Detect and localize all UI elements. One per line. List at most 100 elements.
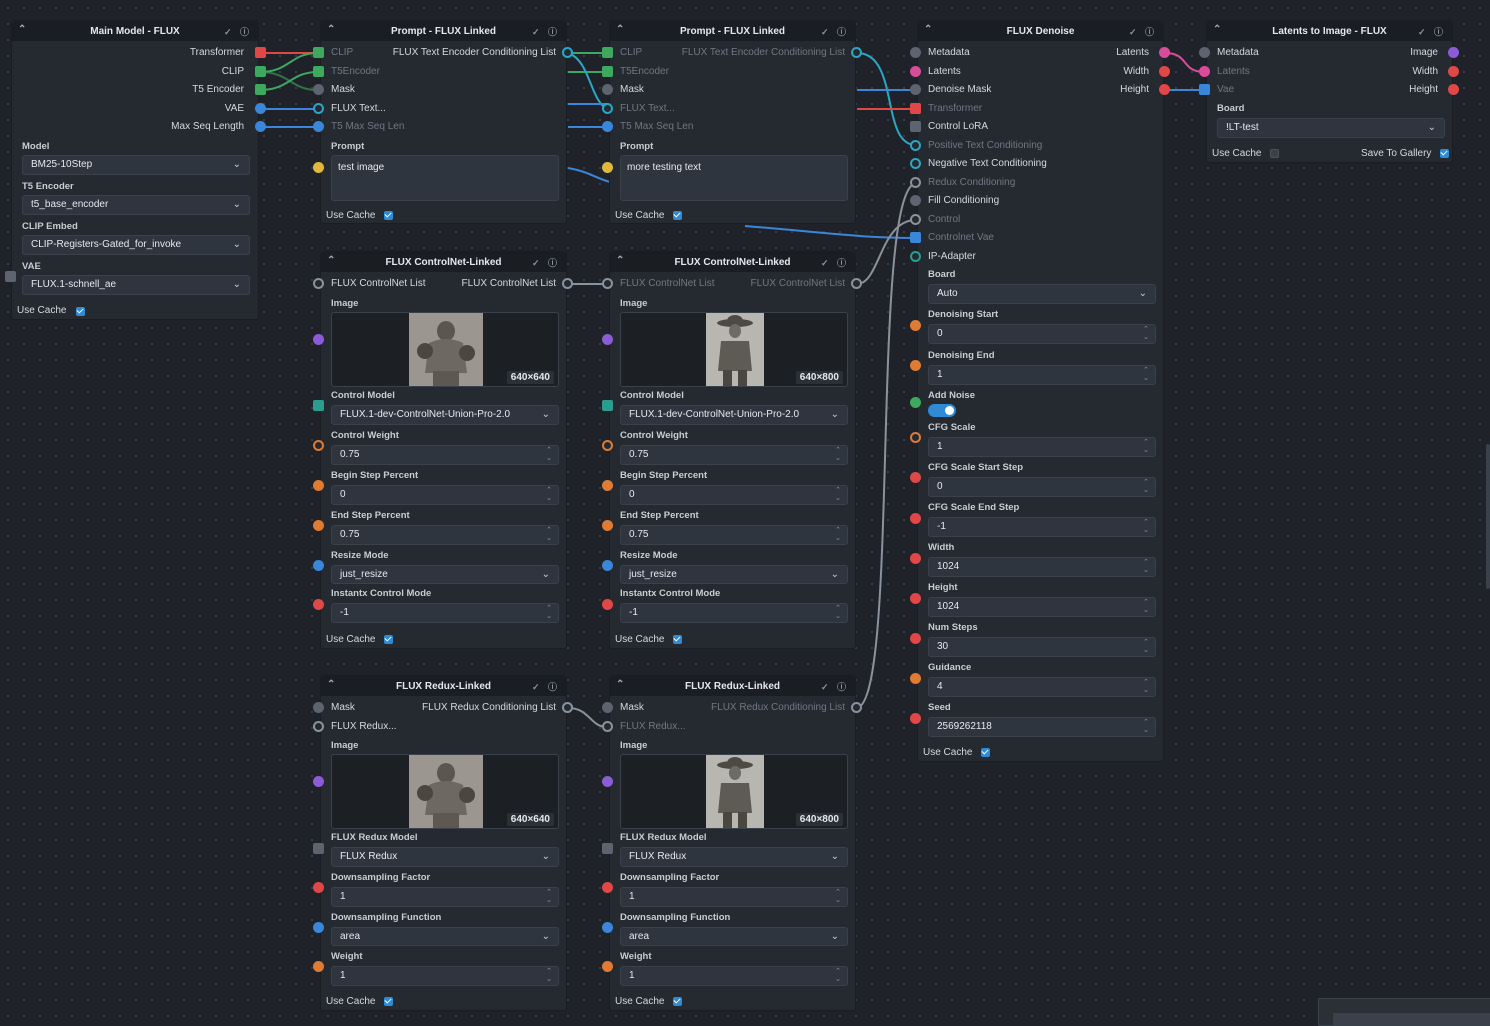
socket-image-in[interactable] [313,776,324,787]
socket-redux-in[interactable] [602,721,613,732]
minimap-viewport[interactable] [1333,1013,1490,1025]
socket-control-lora-in[interactable] [910,121,921,132]
collapse-icon[interactable]: ⌃ [616,255,624,266]
node-header[interactable]: ⌃ Prompt - FLUX Linked ✓ ⓘ [321,21,566,41]
node-prompt-1[interactable]: ⌃ Prompt - FLUX Linked ✓ ⓘ CLIP T5Encode… [320,20,567,224]
downsampling-factor-input[interactable]: 1 ⌃ ⌄ [620,887,848,907]
downsampling-function-select[interactable]: area ⌄ [331,927,559,946]
socket-redux-cond-in[interactable] [910,177,921,188]
stepper-icon[interactable]: ⌃ ⌄ [1143,479,1149,495]
prompt-textarea[interactable]: test image [331,155,559,201]
socket-cfg-in[interactable] [910,432,921,443]
stepper-icon[interactable]: ⌃ ⌄ [1143,439,1149,455]
socket-controlnet-in[interactable] [602,278,613,289]
socket-vae-in[interactable] [1199,84,1210,95]
socket-t5-in[interactable] [602,66,613,77]
socket-clip-in[interactable] [313,47,324,58]
t5-select[interactable]: t5_base_encoder ⌄ [22,195,250,215]
canvas-scrollbar[interactable] [1486,444,1490,589]
socket-control-model-in[interactable] [313,400,324,411]
socket-conditioning-out[interactable] [562,47,573,58]
socket-controlnet-out[interactable] [851,278,862,289]
weight-input[interactable]: 1 ⌃ ⌄ [620,966,848,986]
begin-step-input[interactable]: 0 ⌃ ⌄ [620,485,848,505]
width-input[interactable]: 1024 ⌃ ⌄ [928,557,1156,577]
stepper-icon[interactable]: ⌃ ⌄ [1143,367,1149,383]
socket-dsf-in[interactable] [313,882,324,893]
socket-transformer-in[interactable] [910,103,921,114]
use-cache-checkbox[interactable] [981,748,990,757]
socket-redux-model-in[interactable] [313,843,324,854]
image-preview[interactable]: 640×800 [620,312,848,387]
instantx-input[interactable]: -1 ⌃ ⌄ [331,603,559,623]
socket-negative-in[interactable] [910,158,921,169]
stepper-icon[interactable]: ⌃ ⌄ [546,968,552,984]
resize-mode-select[interactable]: just_resize ⌄ [620,565,848,584]
add-noise-toggle[interactable] [928,404,956,417]
use-cache-checkbox[interactable] [1270,149,1279,158]
model-select[interactable]: BM25-10Step ⌄ [22,155,250,175]
socket-clip-in[interactable] [602,47,613,58]
socket-height-out[interactable] [1448,84,1459,95]
denoising-start-input[interactable]: 0 ⌃ ⌄ [928,324,1156,344]
socket-controlnet-out[interactable] [562,278,573,289]
socket-redux-out[interactable] [851,702,862,713]
instantx-input[interactable]: -1 ⌃ ⌄ [620,603,848,623]
socket-redux-model-in[interactable] [602,843,613,854]
collapse-icon[interactable]: ⌃ [327,255,335,266]
socket-denoise-mask-in[interactable] [910,84,921,95]
image-preview[interactable]: 640×800 [620,754,848,829]
prompt-textarea[interactable]: more testing text [620,155,848,201]
clip-embed-select[interactable]: CLIP-Registers-Gated_for_invoke ⌄ [22,235,250,255]
socket-prompt-in[interactable] [313,162,324,173]
vae-select[interactable]: FLUX.1-schnell_ae ⌄ [22,275,250,295]
socket-height-out[interactable] [1159,84,1170,95]
socket-steps-in[interactable] [910,633,921,644]
socket-positive-in[interactable] [910,140,921,151]
num-steps-input[interactable]: 30 ⌃ ⌄ [928,637,1156,657]
stepper-icon[interactable]: ⌃ ⌄ [835,487,841,503]
socket-end-in[interactable] [313,520,324,531]
stepper-icon[interactable]: ⌃ ⌄ [546,447,552,463]
socket-begin-in[interactable] [602,480,613,491]
node-header[interactable]: ⌃ FLUX ControlNet-Linked ✓ ⓘ [610,252,855,272]
socket-image-out[interactable] [1448,47,1459,58]
collapse-icon[interactable]: ⌃ [616,24,624,35]
socket-control-in[interactable] [910,214,921,225]
socket-mask-in[interactable] [313,702,324,713]
socket-maxseq-in[interactable] [313,121,324,132]
socket-vae-input[interactable] [5,271,16,282]
socket-flux-text-in[interactable] [313,103,324,114]
node-header[interactable]: ⌃ FLUX ControlNet-Linked ✓ ⓘ [321,252,566,272]
downsampling-function-select[interactable]: area ⌄ [620,927,848,946]
cfg-scale-input[interactable]: 1 ⌃ ⌄ [928,437,1156,457]
socket-image-in[interactable] [313,334,324,345]
socket-seed-in[interactable] [910,713,921,724]
use-cache-checkbox[interactable] [384,211,393,220]
use-cache-checkbox[interactable] [673,635,682,644]
collapse-icon[interactable]: ⌃ [1213,24,1221,35]
cfg-end-input[interactable]: -1 ⌃ ⌄ [928,517,1156,537]
stepper-icon[interactable]: ⌃ ⌄ [1143,326,1149,342]
socket-mask-in[interactable] [313,84,324,95]
socket-resize-in[interactable] [602,560,613,571]
stepper-icon[interactable]: ⌃ ⌄ [546,889,552,905]
socket-redux-out[interactable] [562,702,573,713]
socket-metadata-in[interactable] [910,47,921,58]
node-flux-denoise[interactable]: ⌃ FLUX Denoise ✓ ⓘ Metadata Latents Deno… [917,20,1164,762]
stepper-icon[interactable]: ⌃ ⌄ [835,447,841,463]
minimap[interactable] [1318,998,1490,1026]
socket-controlnet-vae-in[interactable] [910,232,921,243]
downsampling-factor-input[interactable]: 1 ⌃ ⌄ [331,887,559,907]
node-redux-1[interactable]: ⌃ FLUX Redux-Linked ✓ ⓘ Mask FLUX Redux.… [320,675,567,1011]
socket-weight-in[interactable] [602,961,613,972]
stepper-icon[interactable]: ⌃ ⌄ [1143,559,1149,575]
socket-t5[interactable] [255,84,266,95]
socket-dn-start-in[interactable] [910,320,921,331]
control-model-select[interactable]: FLUX.1-dev-ControlNet-Union-Pro-2.0 ⌄ [331,405,559,425]
socket-resize-in[interactable] [313,560,324,571]
stepper-icon[interactable]: ⌃ ⌄ [1143,639,1149,655]
node-controlnet-1[interactable]: ⌃ FLUX ControlNet-Linked ✓ ⓘ FLUX Contro… [320,251,567,649]
node-header[interactable]: ⌃ Main Model - FLUX ✓ ⓘ [12,21,258,41]
stepper-icon[interactable]: ⌃ ⌄ [546,527,552,543]
